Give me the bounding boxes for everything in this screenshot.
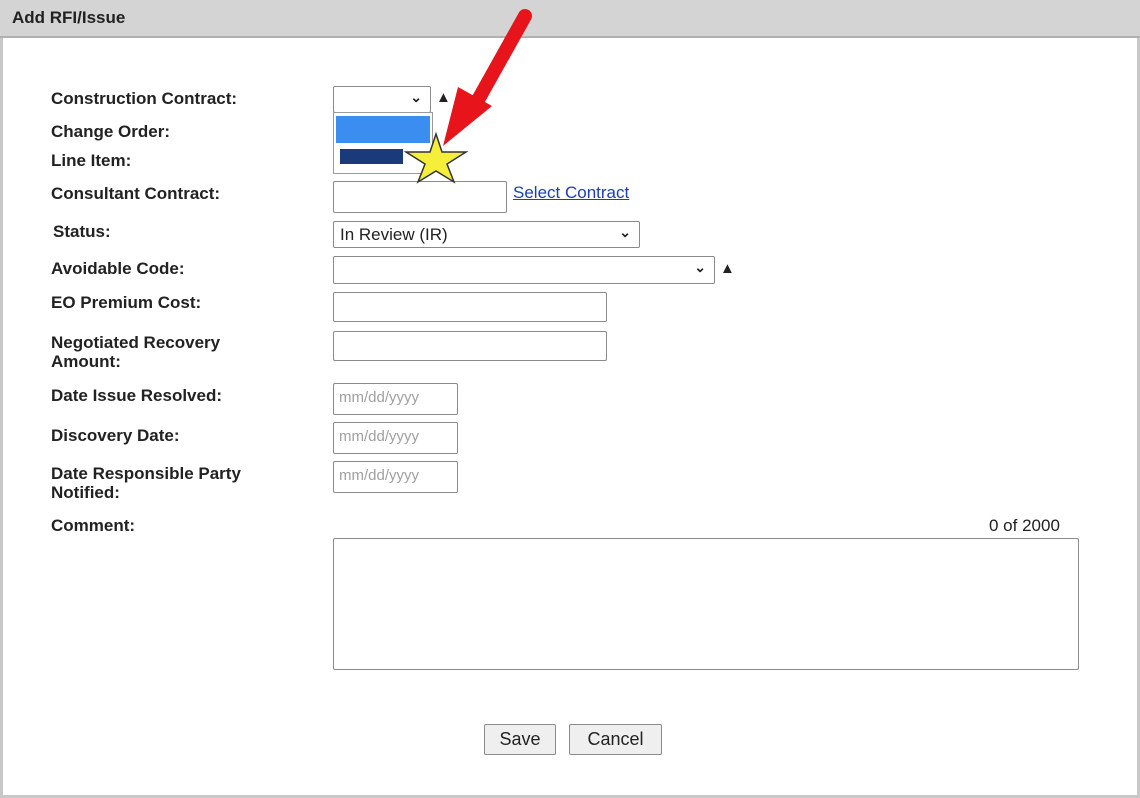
red-arrow-annotation (443, 9, 532, 146)
annotation-overlay (403, 9, 532, 184)
yellow-star-annotation (403, 131, 469, 184)
